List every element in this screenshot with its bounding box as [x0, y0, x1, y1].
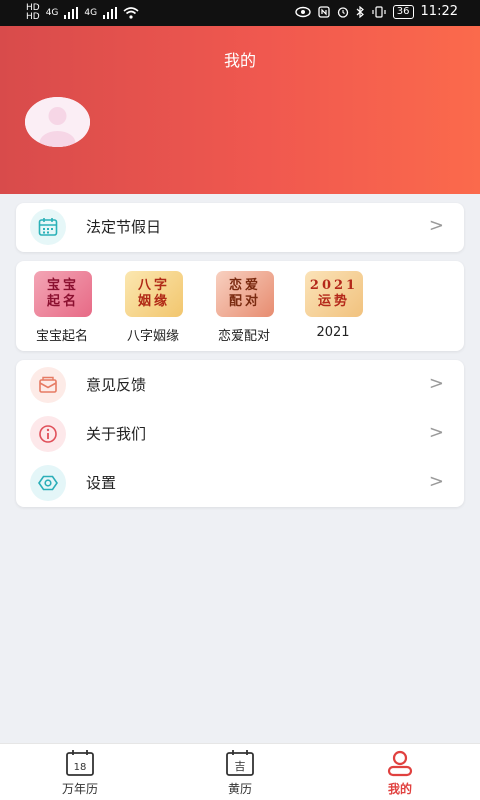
tab-almanac[interactable]: 吉 黄历: [160, 744, 320, 800]
status-left: HD HD 4G 4G: [26, 4, 139, 22]
alarm-icon: [337, 6, 348, 18]
feature-label: 恋爱配对: [217, 329, 270, 344]
bazi-marriage-icon: 八字 姻缘: [125, 271, 183, 317]
status-bar: HD HD 4G 4G 36 11:22: [0, 0, 480, 26]
tile-text: 宝宝: [46, 278, 79, 293]
avatar[interactable]: [25, 97, 90, 147]
wifi-icon: [123, 7, 139, 19]
features-card: 宝宝 起名 宝宝起名 八字 姻缘 八字姻缘 恋爱 配对 恋爱配对 2021 运势…: [16, 261, 464, 351]
tile-text: 2021: [309, 278, 359, 293]
profile-header: 我的: [0, 26, 480, 194]
signal-icon: [64, 7, 79, 19]
eye-settings-icon: [30, 465, 66, 501]
person-icon: [387, 750, 413, 777]
holiday-label: 法定节假日: [86, 218, 162, 236]
chevron-right-icon: >: [428, 373, 444, 394]
menu-label: 设置: [86, 474, 117, 492]
tile-text: 八字: [137, 278, 170, 293]
tile-text: 恋爱: [228, 278, 261, 293]
nfc-icon: [318, 5, 330, 18]
signal-icon: [103, 7, 118, 19]
status-right: 36 11:22: [295, 4, 458, 19]
almanac-icon: 吉: [226, 750, 254, 776]
love-match-icon: 恋爱 配对: [216, 271, 274, 317]
menu-label: 意见反馈: [86, 376, 147, 394]
battery-indicator: 36: [392, 4, 414, 19]
page-title: 我的: [223, 51, 256, 70]
vibrate-icon: [372, 5, 386, 18]
chevron-right-icon: >: [428, 471, 444, 492]
signal-label: 4G: [45, 7, 59, 18]
tile-text: 运势: [317, 294, 350, 309]
user-silhouette-icon: [25, 97, 90, 147]
tab-mine[interactable]: 我的: [320, 744, 480, 800]
eye-icon: [295, 6, 311, 17]
chevron-right-icon: >: [428, 422, 444, 443]
tab-calendar[interactable]: 18 万年历: [0, 744, 160, 800]
feature-baby-naming[interactable]: 宝宝 起名 宝宝起名: [17, 271, 107, 351]
calendar-date-text: 18: [74, 762, 87, 773]
bottom-tab-bar: 18 万年历 吉 黄历 我的: [0, 743, 480, 800]
tile-text: 起名: [46, 294, 79, 309]
feature-label: 八字姻缘: [126, 329, 179, 344]
feature-love-match[interactable]: 恋爱 配对 恋爱配对: [199, 271, 289, 351]
menu-item-about[interactable]: 关于我们 >: [16, 410, 464, 458]
holiday-card: 法定节假日 >: [16, 203, 464, 252]
feature-bazi-marriage[interactable]: 八字 姻缘 八字姻缘: [108, 271, 198, 351]
info-icon: [30, 416, 66, 452]
bluetooth-icon: [356, 5, 364, 18]
hd-badges: HD HD: [26, 4, 40, 22]
feature-2021-fortune[interactable]: 2021 运势 2021: [288, 271, 378, 351]
signal-label: 4G: [84, 7, 98, 18]
menu-card: 意见反馈 > 关于我们 > 设置 >: [16, 360, 464, 507]
envelope-icon: [30, 367, 66, 403]
fortune-2021-icon: 2021 运势: [305, 271, 363, 317]
tab-label: 万年历: [61, 782, 98, 796]
status-time: 11:22: [420, 4, 458, 19]
tile-text: 姻缘: [137, 294, 170, 309]
feature-label: 2021: [316, 325, 350, 340]
feature-label: 宝宝起名: [35, 329, 88, 344]
menu-item-feedback[interactable]: 意见反馈 >: [16, 361, 464, 409]
chevron-right-icon: >: [428, 215, 444, 236]
tile-text: 配对: [228, 294, 261, 309]
menu-item-settings[interactable]: 设置 >: [16, 459, 464, 507]
almanac-text: 吉: [235, 760, 246, 773]
calendar-date-icon: 18: [66, 750, 94, 776]
holiday-row[interactable]: 法定节假日 >: [16, 203, 464, 251]
menu-label: 关于我们: [86, 425, 147, 443]
calendar-icon: [30, 209, 66, 245]
baby-naming-icon: 宝宝 起名: [34, 271, 92, 317]
tab-label: 黄历: [227, 782, 252, 796]
hd-badge: HD: [26, 12, 40, 22]
tab-label: 我的: [387, 782, 412, 796]
